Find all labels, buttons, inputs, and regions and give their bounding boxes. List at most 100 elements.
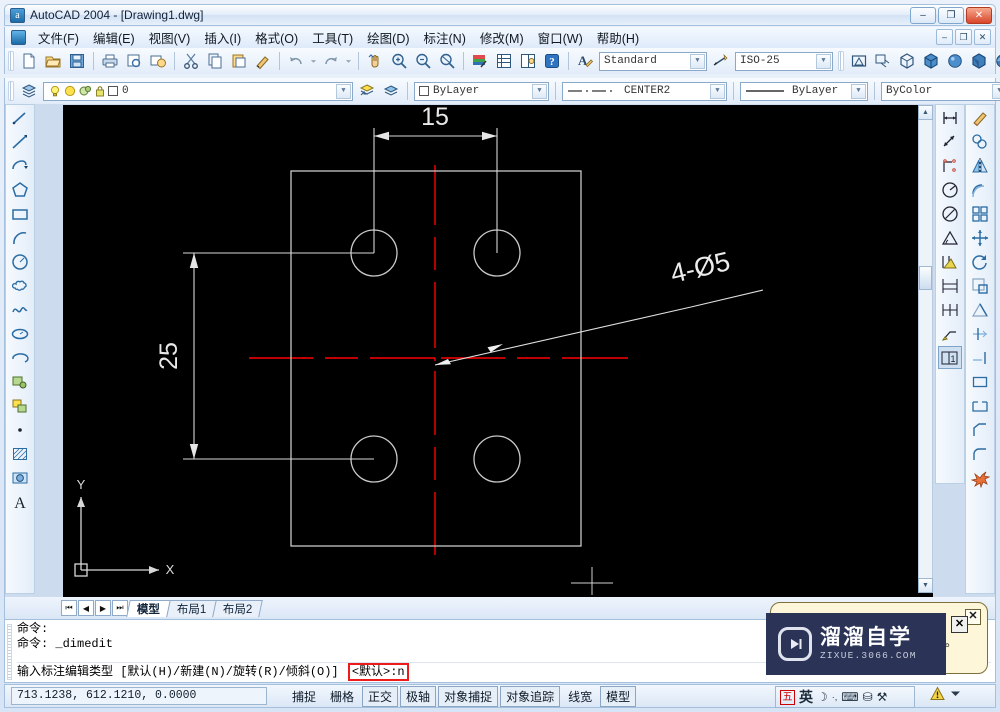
menu-dimension[interactable]: 标注(N) xyxy=(417,26,473,49)
chevron-down-icon[interactable] xyxy=(992,84,1000,99)
designcenter-icon[interactable] xyxy=(493,50,515,72)
zoom-realtime-icon[interactable] xyxy=(388,50,410,72)
point-icon[interactable] xyxy=(8,418,32,441)
watermark-close-button[interactable]: ✕ xyxy=(951,616,968,633)
status-lwt[interactable]: 线宽 xyxy=(562,686,598,707)
radius-dimension-icon[interactable] xyxy=(938,178,962,201)
menu-insert[interactable]: 插入(I) xyxy=(197,26,248,49)
ime-soft-keyboard-icon[interactable]: ⌨ xyxy=(841,690,858,704)
linear-dimension-icon[interactable] xyxy=(938,106,962,129)
3d-gouraud-icon[interactable] xyxy=(968,50,990,72)
insert-block-icon[interactable] xyxy=(8,370,32,393)
minimize-button[interactable]: – xyxy=(910,7,936,24)
make-object-layer-current-icon[interactable] xyxy=(380,80,402,102)
ime-handwriting-icon[interactable]: ⛁ xyxy=(863,690,873,704)
break-icon[interactable] xyxy=(968,394,992,417)
pan-realtime-icon[interactable] xyxy=(364,50,386,72)
dim-style-combo[interactable]: ISO-25 xyxy=(735,52,833,71)
lightbulb-icon[interactable] xyxy=(48,84,62,98)
ime-input-method[interactable]: 五 xyxy=(780,690,795,705)
diameter-dimension-icon[interactable] xyxy=(938,202,962,225)
last-icon[interactable]: ⏭ xyxy=(112,600,128,616)
warning-icon[interactable] xyxy=(930,686,945,701)
undo-icon[interactable] xyxy=(285,50,307,72)
status-snap[interactable]: 捕捉 xyxy=(286,686,322,707)
chevron-down-icon[interactable] xyxy=(690,54,705,69)
toolbar-grip[interactable] xyxy=(8,51,14,71)
polyline-icon[interactable] xyxy=(8,154,32,177)
zoom-previous-icon[interactable] xyxy=(436,50,458,72)
freeze-icon[interactable] xyxy=(78,84,92,98)
plot-preview-icon[interactable] xyxy=(123,50,145,72)
first-icon[interactable]: ⏮ xyxy=(61,600,77,616)
toolbar-grip[interactable] xyxy=(8,81,14,101)
save-icon[interactable] xyxy=(66,50,88,72)
multiline-text-icon[interactable]: A xyxy=(8,490,32,513)
ellipse-icon[interactable] xyxy=(8,322,32,345)
extend-icon[interactable] xyxy=(968,346,992,369)
ordinate-dimension-icon[interactable] xyxy=(938,154,962,177)
quick-leader-icon[interactable] xyxy=(938,322,962,345)
layer-combo[interactable]: 0 xyxy=(43,82,353,101)
maximize-button[interactable]: ❐ xyxy=(938,7,964,24)
model-viewport[interactable]: 15 25 4-Ø5 xyxy=(63,105,933,616)
named-views-icon[interactable] xyxy=(848,50,870,72)
mdi-restore-button[interactable]: ❐ xyxy=(955,29,972,45)
status-model[interactable]: 模型 xyxy=(600,686,636,707)
ime-moon-icon[interactable]: ☽ xyxy=(817,690,828,704)
explode-icon[interactable] xyxy=(968,466,992,489)
rotate-icon[interactable] xyxy=(968,250,992,273)
ime-language[interactable]: 英 xyxy=(799,687,813,707)
chamfer-icon[interactable] xyxy=(968,418,992,441)
polygon-icon[interactable] xyxy=(8,178,32,201)
move-icon[interactable] xyxy=(968,226,992,249)
menu-draw[interactable]: 绘图(D) xyxy=(360,26,416,49)
erase-icon[interactable] xyxy=(968,106,992,129)
stretch-icon[interactable] xyxy=(968,298,992,321)
dim-style-icon[interactable] xyxy=(710,50,732,72)
menu-view[interactable]: 视图(V) xyxy=(142,26,198,49)
fillet-icon[interactable] xyxy=(968,442,992,465)
command-window-grip[interactable] xyxy=(7,624,12,680)
region-icon[interactable] xyxy=(8,466,32,489)
continue-dimension-icon[interactable] xyxy=(938,298,962,321)
ime-punctuation-icon[interactable]: ·, xyxy=(832,692,838,702)
construction-line-icon[interactable] xyxy=(8,130,32,153)
tab-model[interactable]: 模型 xyxy=(126,600,171,617)
chevron-down-icon[interactable] xyxy=(851,84,866,99)
elliptical-arc-icon[interactable] xyxy=(8,346,32,369)
tab-layout2[interactable]: 布局2 xyxy=(213,600,264,617)
chevron-down-icon[interactable] xyxy=(950,688,961,699)
toolbar-grip[interactable] xyxy=(838,51,844,71)
scale-icon[interactable] xyxy=(968,274,992,297)
quick-dimension-icon[interactable] xyxy=(938,250,962,273)
angular-dimension-icon[interactable] xyxy=(938,226,962,249)
copy-icon[interactable] xyxy=(204,50,226,72)
copy-object-icon[interactable] xyxy=(968,130,992,153)
status-osnap[interactable]: 对象捕捉 xyxy=(438,686,498,707)
undo-dropdown-icon[interactable] xyxy=(309,50,318,72)
lineweight-control[interactable]: ByLayer xyxy=(740,82,868,101)
layers-icon[interactable] xyxy=(18,80,40,102)
circle-icon[interactable] xyxy=(8,250,32,273)
new-icon[interactable] xyxy=(18,50,40,72)
menu-window[interactable]: 窗口(W) xyxy=(531,26,590,49)
ime-settings-icon[interactable]: ⚒ xyxy=(877,690,888,704)
chevron-down-icon[interactable] xyxy=(336,84,351,99)
status-polar[interactable]: 极轴 xyxy=(400,686,436,707)
menu-edit[interactable]: 编辑(E) xyxy=(86,26,142,49)
plot-icon[interactable] xyxy=(99,50,121,72)
properties-icon[interactable] xyxy=(469,50,491,72)
break-at-point-icon[interactable] xyxy=(968,370,992,393)
rectangle-icon[interactable] xyxy=(8,202,32,225)
help-icon[interactable]: ? xyxy=(541,50,563,72)
tool-palettes-icon[interactable] xyxy=(517,50,539,72)
mdi-minimize-button[interactable]: – xyxy=(936,29,953,45)
redo-icon[interactable] xyxy=(320,50,342,72)
text-style-icon[interactable]: A xyxy=(574,50,596,72)
vertical-scroll-thumb[interactable] xyxy=(919,266,932,290)
tolerance-icon[interactable]: 1 xyxy=(938,346,962,369)
arc-icon[interactable] xyxy=(8,226,32,249)
layer-previous-icon[interactable] xyxy=(356,80,378,102)
close-button[interactable]: ✕ xyxy=(966,7,992,24)
